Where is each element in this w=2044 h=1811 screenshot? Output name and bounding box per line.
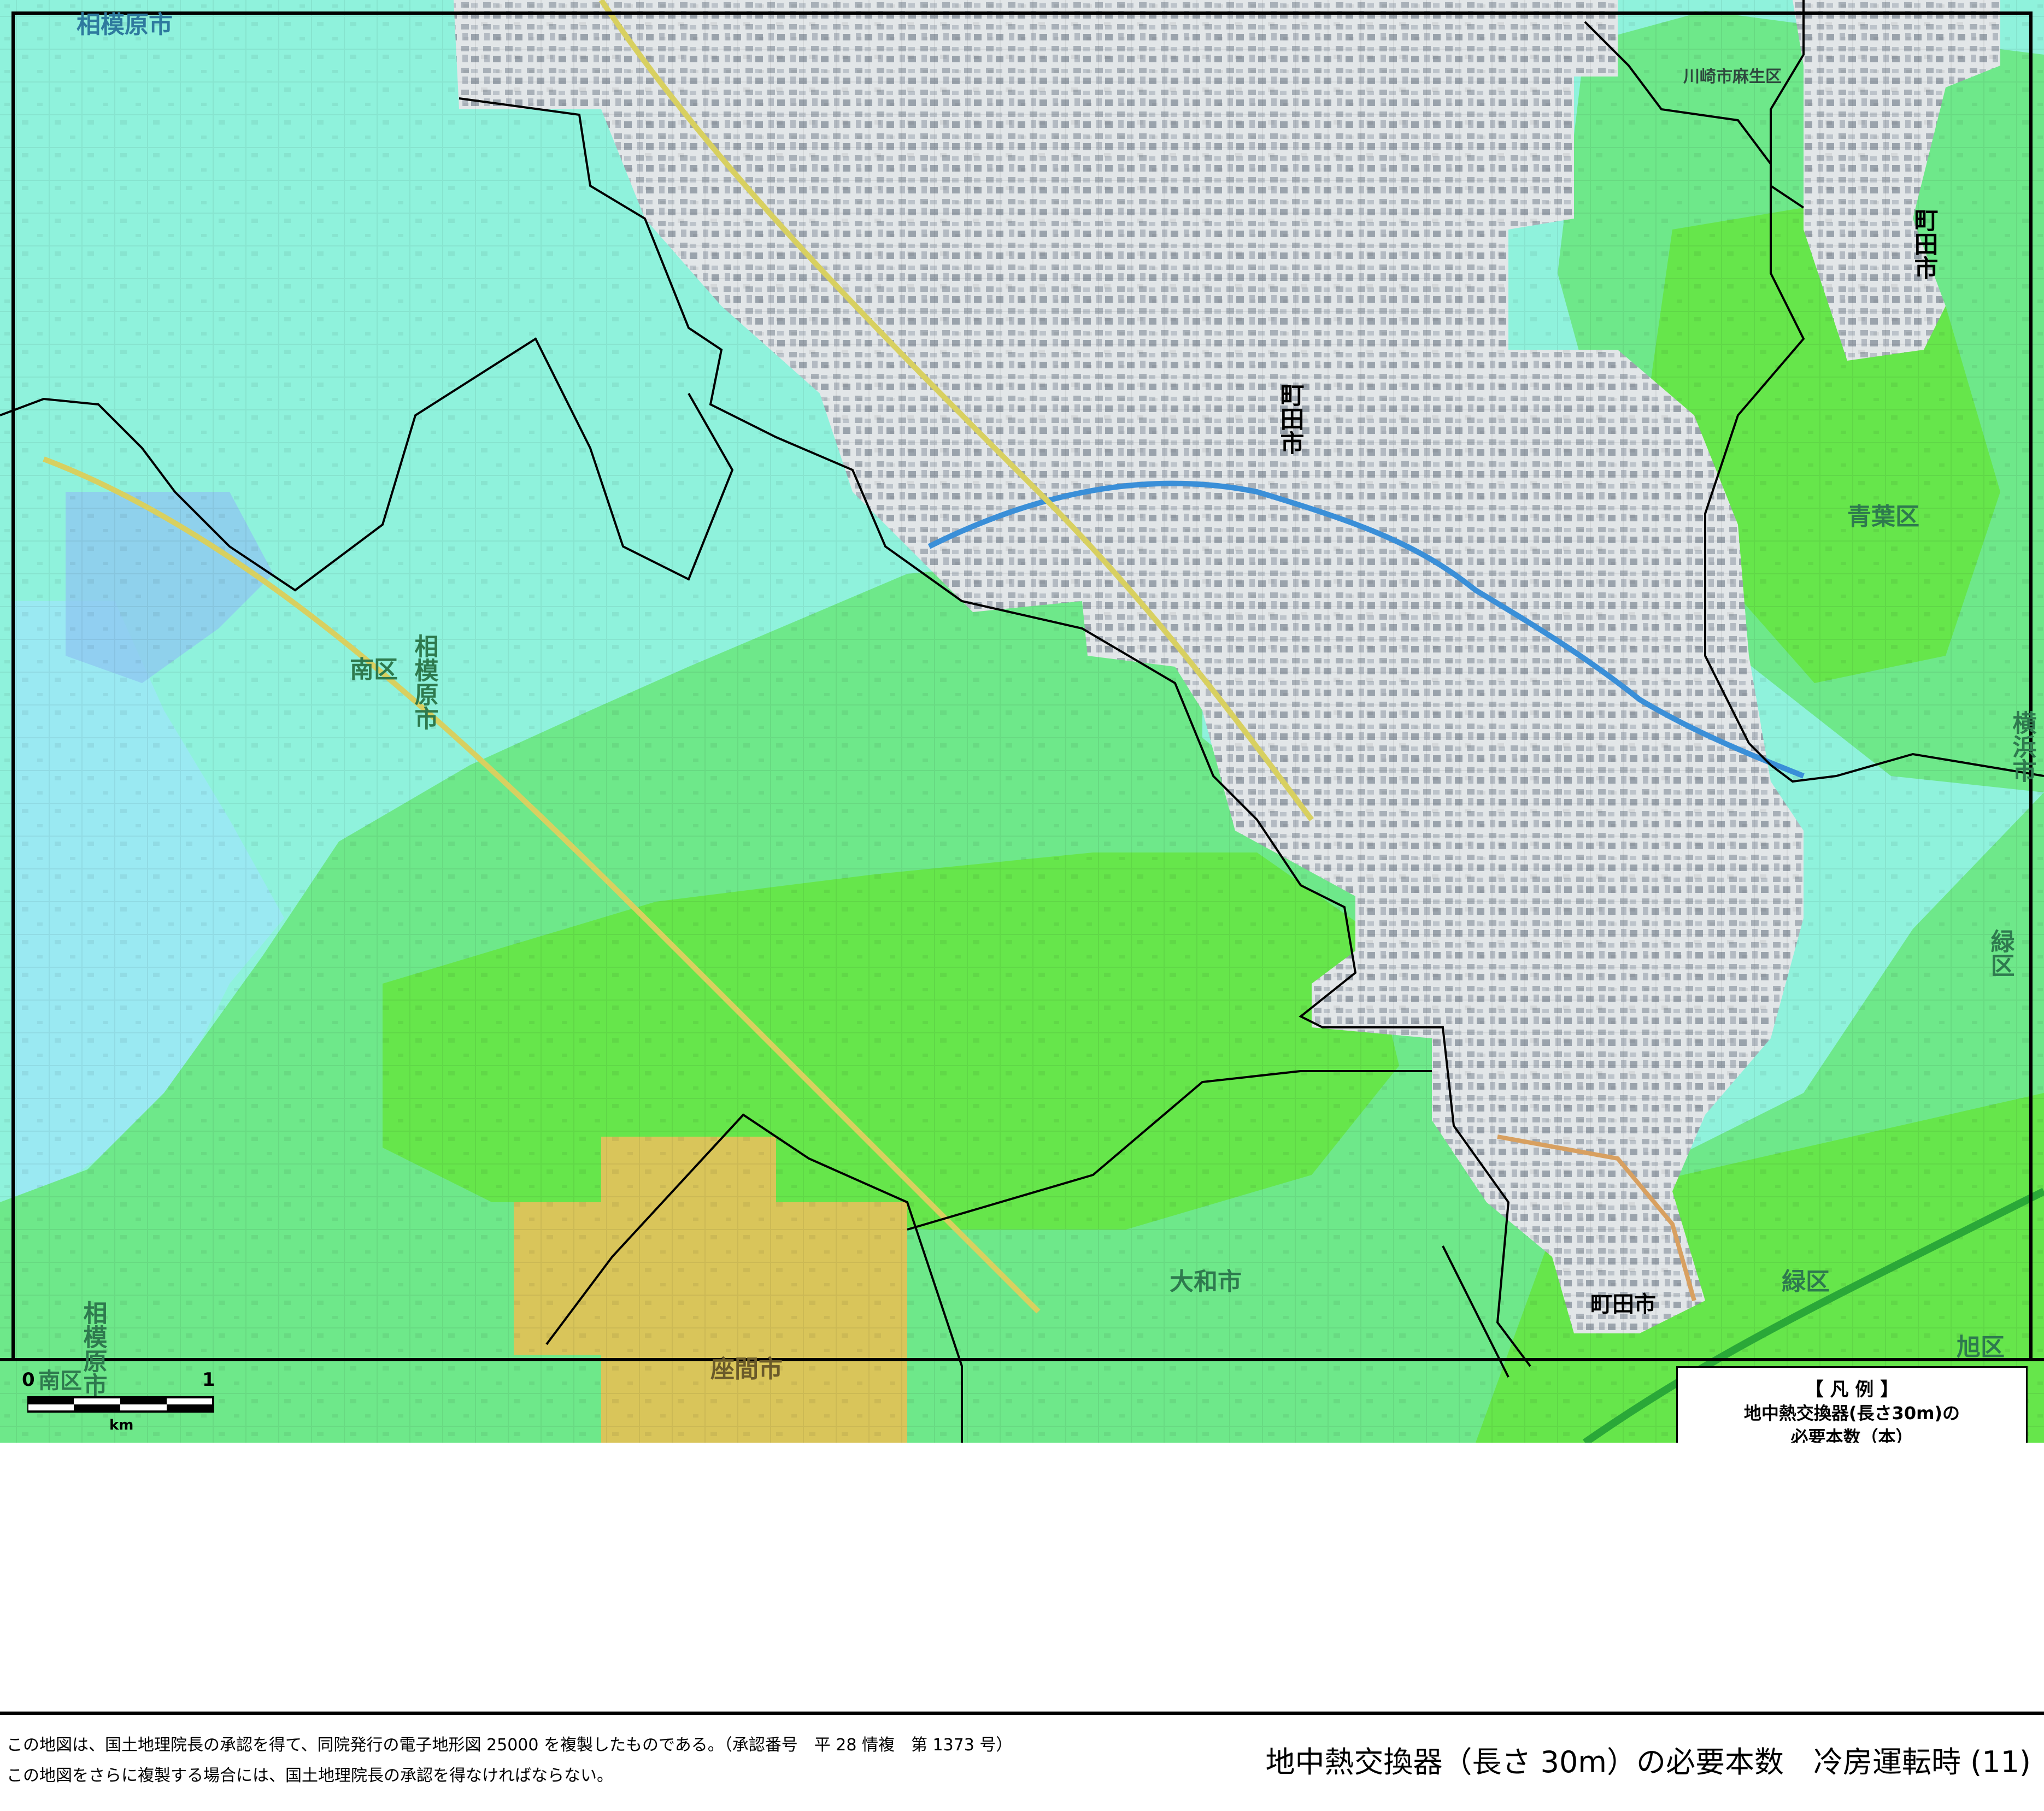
figure-title: 地中熱交換器（長さ 30m）の必要本数 冷房運転時 (11) — [1265, 1745, 2031, 1779]
label-midori-right: 緑区 — [1987, 929, 2015, 977]
label-minami: 南区 — [350, 656, 398, 683]
label-midori-bottom: 緑区 — [1782, 1268, 1830, 1295]
scale-one: 1 — [202, 1369, 215, 1391]
copyright-note: この地図は、国土地理院長の承認を得て、同院発行の電子地形図 25000 を複製し… — [7, 1736, 1013, 1755]
legend-title: 【 凡 例 】 — [1805, 1379, 1899, 1401]
label-sagamihara-mid: 相模原市 — [411, 634, 439, 730]
label-machida-bottom: 町田市 — [1590, 1292, 1656, 1316]
scale-bar-graphic — [27, 1396, 214, 1413]
label-machida-center: 町田市 — [1277, 383, 1304, 455]
label-yokohama: 横浜市 — [2009, 710, 2037, 783]
label-aoba: 青葉区 — [1847, 503, 1919, 530]
footer: この地図は、国土地理院長の承認を得て、同院発行の電子地形図 25000 を複製し… — [0, 1712, 2044, 1811]
label-asahi: 旭区 — [1957, 1334, 2005, 1361]
scale-zero: 0 — [22, 1369, 35, 1391]
legend-subtitle-2: 必要本数（本） — [1790, 1427, 1913, 1443]
label-machida-top-right: 町田市 — [1911, 208, 1938, 280]
label-kawasaki: 川崎市麻生区 — [1683, 67, 1782, 86]
scale-bar: 0 1 km — [22, 1369, 240, 1434]
map-canvas: 相模原市 川崎市麻生区 青葉区 南区 大和市 緑区 旭区 瀬谷 座間市 南区 町… — [0, 0, 2044, 1443]
scale-unit: km — [109, 1417, 134, 1433]
label-yamato: 大和市 — [1170, 1268, 1242, 1295]
legend-subtitle: 地中熱交換器(長さ30m)の — [1743, 1403, 1960, 1424]
reproduction-note: この地図をさらに複製する場合には、国土地理院長の承認を得なければならない。 — [7, 1766, 613, 1785]
map-area: 相模原市 川崎市麻生区 青葉区 南区 大和市 緑区 旭区 瀬谷 座間市 南区 町… — [0, 0, 2044, 1443]
legend: 【 凡 例 】 地中熱交換器(長さ30m)の 必要本数（本） 2.0 － 2.5… — [1676, 1366, 2028, 1443]
label-sagamihara-top: 相模原市 — [77, 11, 173, 38]
footer-divider — [0, 1712, 2044, 1715]
label-zama: 座間市 — [710, 1356, 783, 1383]
